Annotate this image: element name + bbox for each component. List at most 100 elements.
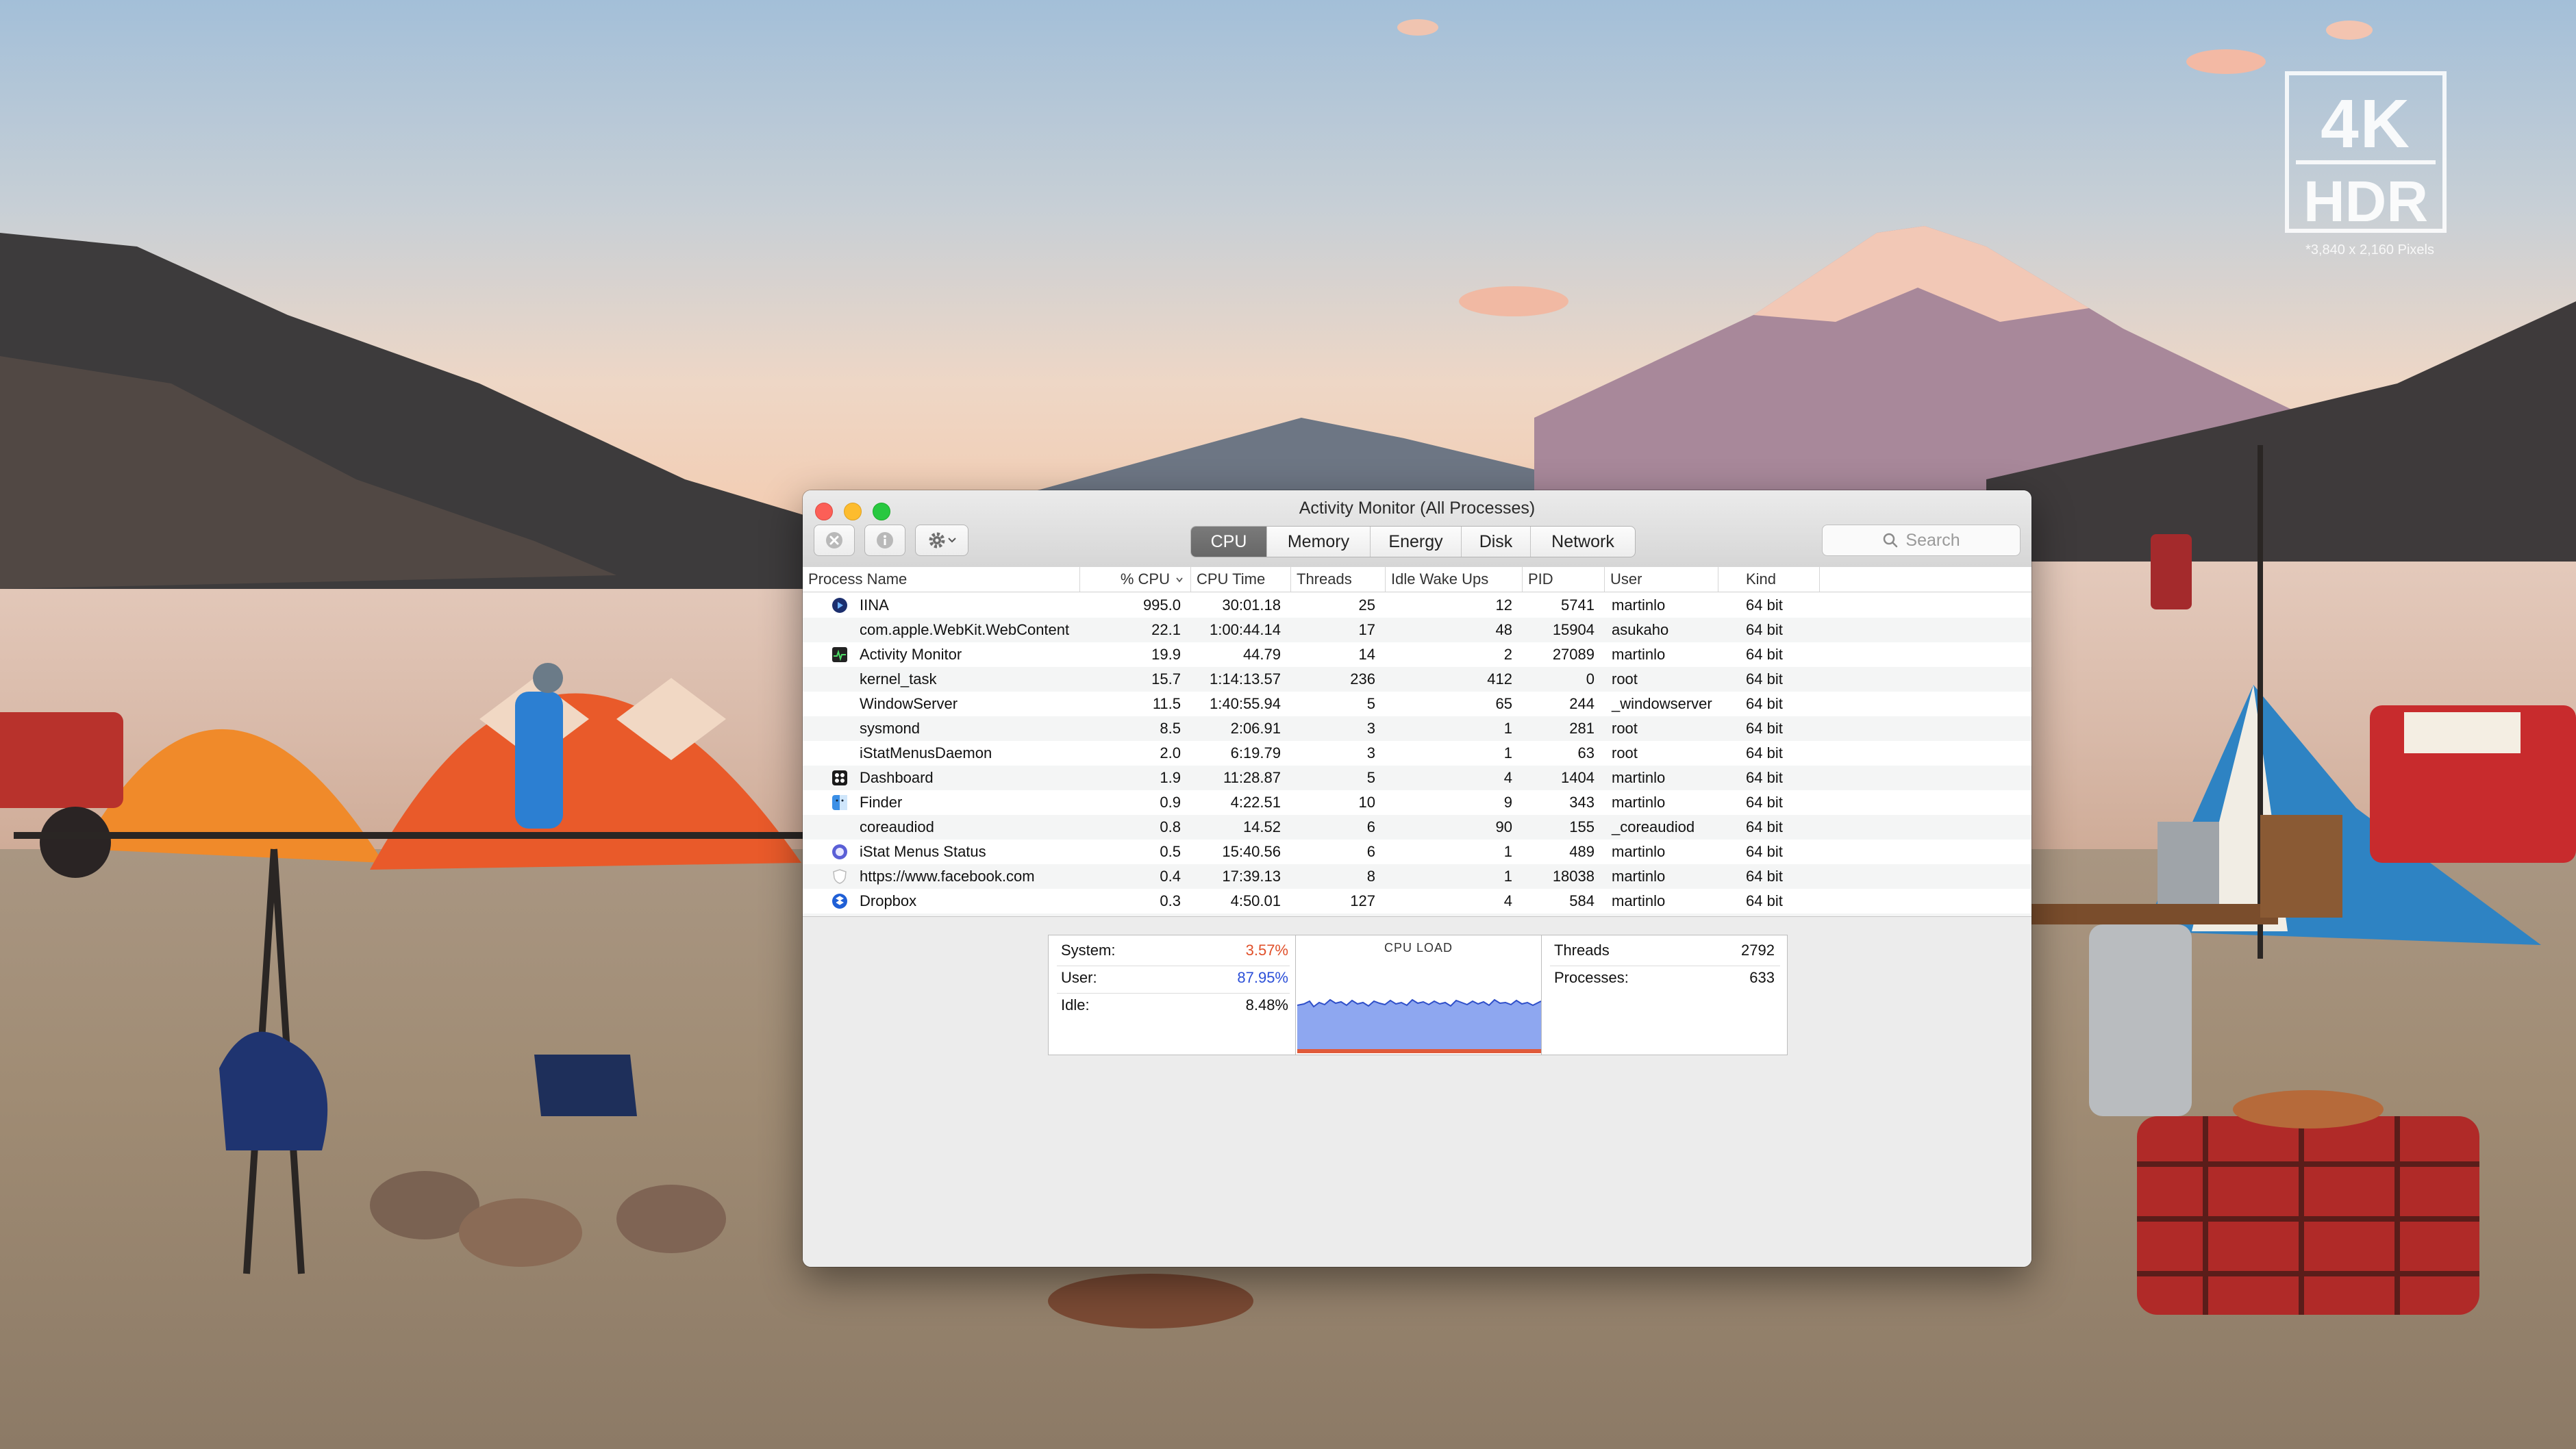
col-threads[interactable]: Threads [1291,567,1386,592]
cell-threads: 127 [1350,892,1375,909]
cell-threads: 3 [1366,720,1375,737]
cell-kind: 64 bit [1746,621,1783,638]
cell-threads: 6 [1366,818,1375,835]
cell-pid: 343 [1569,794,1595,811]
finder-icon [832,795,847,810]
cell-time: 15:40.56 [1222,843,1281,860]
user-value: 87.95% [1237,969,1288,986]
process-name: Finder [860,794,903,811]
cell-time: 14.52 [1242,818,1281,835]
cell-kind: 64 bit [1746,695,1783,712]
cell-time: 1:40:55.94 [1210,695,1281,712]
search-input[interactable]: Search [1822,525,2021,556]
cell-idle: 1 [1503,720,1512,737]
action-menu-button[interactable] [915,525,968,556]
processes-value: 633 [1749,969,1775,986]
titlebar[interactable]: Activity Monitor (All Processes) CPU Mem… [803,490,2031,568]
cell-cpu: 0.4 [1160,868,1181,885]
col-kind[interactable]: Kind [1718,567,1820,592]
stop-process-icon [826,532,842,549]
cell-kind: 64 bit [1746,744,1783,761]
cell-kind: 64 bit [1746,892,1783,909]
cell-time: 2:06.91 [1230,720,1281,737]
cell-user: _coreaudiod [1612,818,1695,835]
cell-idle: 4 [1503,769,1512,786]
table-row[interactable]: iStat Menus Status 0.5 15:40.56 6 1 489 martin… [803,840,2031,864]
table-row[interactable]: com.apple.WebKit.WebContent 22.1 1:00:44.1… [803,618,2031,642]
process-name: com.apple.WebKit.WebContent [860,621,1070,638]
table-row[interactable]: https://www.facebook.com 0.4 17:39.13 8 1 180… [803,864,2031,889]
table-row[interactable]: IINA 995.0 30:01.18 25 12 5741 martinlo 64 bit [803,593,2031,618]
table-row[interactable]: iStatMenusDaemon 2.0 6:19.79 3 1 63 root 64 bit [803,741,2031,766]
cell-idle: 4 [1503,892,1512,909]
process-table[interactable]: Process Name % CPU CPU Time Threads Idle… [803,567,2031,916]
table-row[interactable]: Activity Monitor 19.9 44.79 14 2 27089 martinl… [803,642,2031,667]
table-row[interactable]: sysmond 8.5 2:06.91 3 1 281 root 64 bit [803,716,2031,741]
cell-user: martinlo [1612,794,1666,811]
process-name: kernel_task [860,670,937,688]
badge-hdr-text: HDR [2303,169,2428,234]
cell-pid: 27089 [1552,646,1595,663]
cell-idle: 412 [1487,670,1512,688]
cell-idle: 2 [1503,646,1512,663]
table-row[interactable]: Dropbox 0.3 4:50.01 127 4 584 martinlo 64 bit [803,889,2031,914]
table-row[interactable]: WindowServer 11.5 1:40:55.94 5 65 244 _windows… [803,692,2031,716]
cell-kind: 64 bit [1746,670,1783,688]
cell-pid: 63 [1577,744,1595,761]
cell-threads: 17 [1358,621,1375,638]
cell-pid: 1404 [1561,769,1595,786]
tab-memory[interactable]: Memory [1267,527,1371,557]
cell-pid: 244 [1569,695,1595,712]
cell-kind: 64 bit [1746,769,1783,786]
tab-network[interactable]: Network [1531,527,1635,557]
cell-time: 11:28.87 [1223,769,1281,786]
cell-time: 1:00:44.14 [1210,621,1281,638]
badge-4k-text: 4K [2321,86,2411,162]
col-process-name[interactable]: Process Name [803,567,1080,592]
tab-energy[interactable]: Energy [1371,527,1462,557]
process-name: https://www.facebook.com [860,868,1035,885]
col-cpu-time[interactable]: CPU Time [1191,567,1291,592]
badge-pixels-text: *3,840 x 2,160 Pixels [2305,242,2434,257]
iina-icon [832,598,847,613]
col-idle-wake-ups[interactable]: Idle Wake Ups [1386,567,1523,592]
table-row[interactable]: coreaudiod 0.8 14.52 6 90 155 _coreaudiod 64 bi… [803,815,2031,840]
col-user[interactable]: User [1605,567,1718,592]
cell-threads: 5 [1366,695,1375,712]
cpu-load-chart [1297,957,1541,1053]
cell-kind: 64 bit [1746,818,1783,835]
cell-user: root [1612,744,1638,761]
dashboard-icon [832,770,847,785]
table-row[interactable]: kernel_task 15.7 1:14:13.57 236 412 0 root 64 b… [803,667,2031,692]
idle-label: Idle: [1061,996,1090,1013]
process-name: Dropbox [860,892,917,909]
dropbox-icon [832,894,847,909]
col-pid[interactable]: PID [1523,567,1605,592]
user-label: User: [1061,969,1097,986]
cell-user: martinlo [1612,596,1666,614]
table-row[interactable]: Finder 0.9 4:22.51 10 9 343 martinlo 64 bit [803,790,2031,815]
cell-threads: 8 [1366,868,1375,885]
cell-time: 6:19.79 [1230,744,1281,761]
stop-process-button[interactable] [814,525,855,556]
cell-kind: 64 bit [1746,843,1783,860]
inspect-process-button[interactable] [864,525,905,556]
activity-monitor-window[interactable]: Activity Monitor (All Processes) CPU Mem… [803,490,2031,1267]
tab-cpu[interactable]: CPU [1191,527,1267,557]
process-name: iStat Menus Status [860,843,986,860]
table-row[interactable]: Dashboard 1.9 11:28.87 5 4 1404 martinlo 64 bit [803,766,2031,790]
table-header: Process Name % CPU CPU Time Threads Idle… [803,567,2031,592]
cell-idle: 1 [1503,868,1512,885]
col-cpu[interactable]: % CPU [1080,567,1191,592]
cell-idle: 65 [1495,695,1512,712]
cell-user: martinlo [1612,769,1666,786]
cell-time: 44.79 [1242,646,1281,663]
cell-idle: 1 [1503,744,1512,761]
table-body: IINA 995.0 30:01.18 25 12 5741 martinlo 64 bit c… [803,593,2031,916]
cell-user: _windowserver [1612,695,1712,712]
tab-disk[interactable]: Disk [1462,527,1531,557]
cell-cpu: 0.3 [1160,892,1181,909]
cell-cpu: 22.1 [1151,621,1181,638]
cell-pid: 18038 [1552,868,1595,885]
cpu-load-graph: CPU LOAD [1295,935,1542,1055]
